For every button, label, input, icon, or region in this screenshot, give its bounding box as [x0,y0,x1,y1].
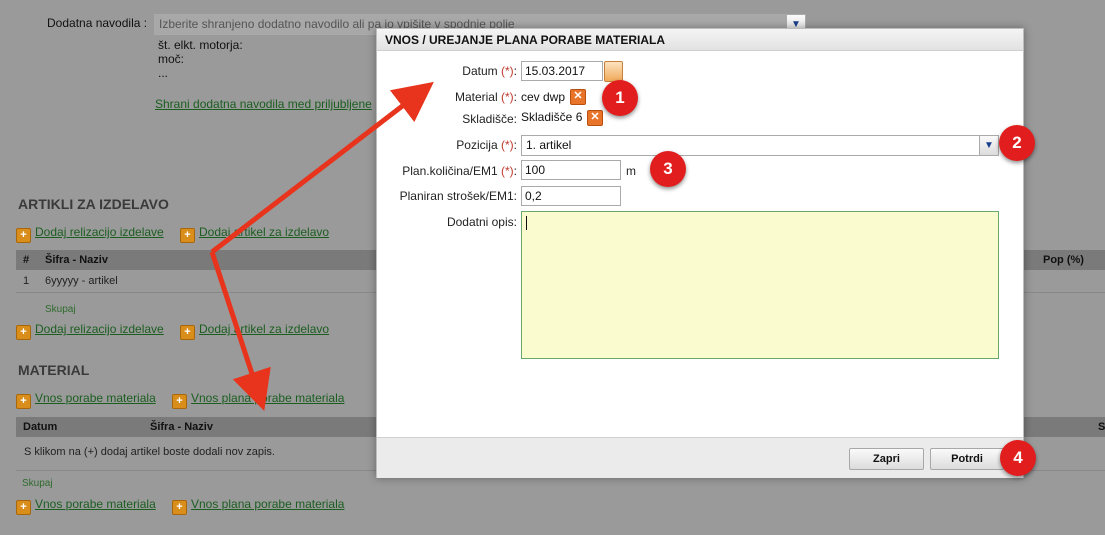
callout-badge-4: 4 [1000,440,1036,476]
arrow-line [210,81,434,254]
annotation-arrows [209,81,434,412]
callout-badge-2: 2 [999,125,1035,161]
arrow-line [209,251,271,412]
callout-badge-3: 3 [650,151,686,187]
callout-badge-1: 1 [602,80,638,116]
